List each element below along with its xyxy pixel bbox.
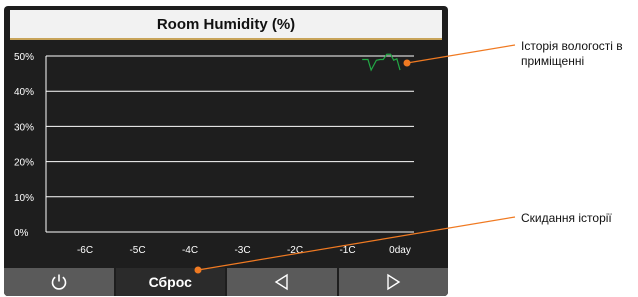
history-callout: Історія вологості в приміщенні [521,39,623,68]
reset-marker [194,266,202,274]
reset-callout: Скидання історії [521,211,612,225]
history-leader-line [406,44,516,64]
reset-leader-line [197,216,516,271]
history-marker [403,59,411,67]
